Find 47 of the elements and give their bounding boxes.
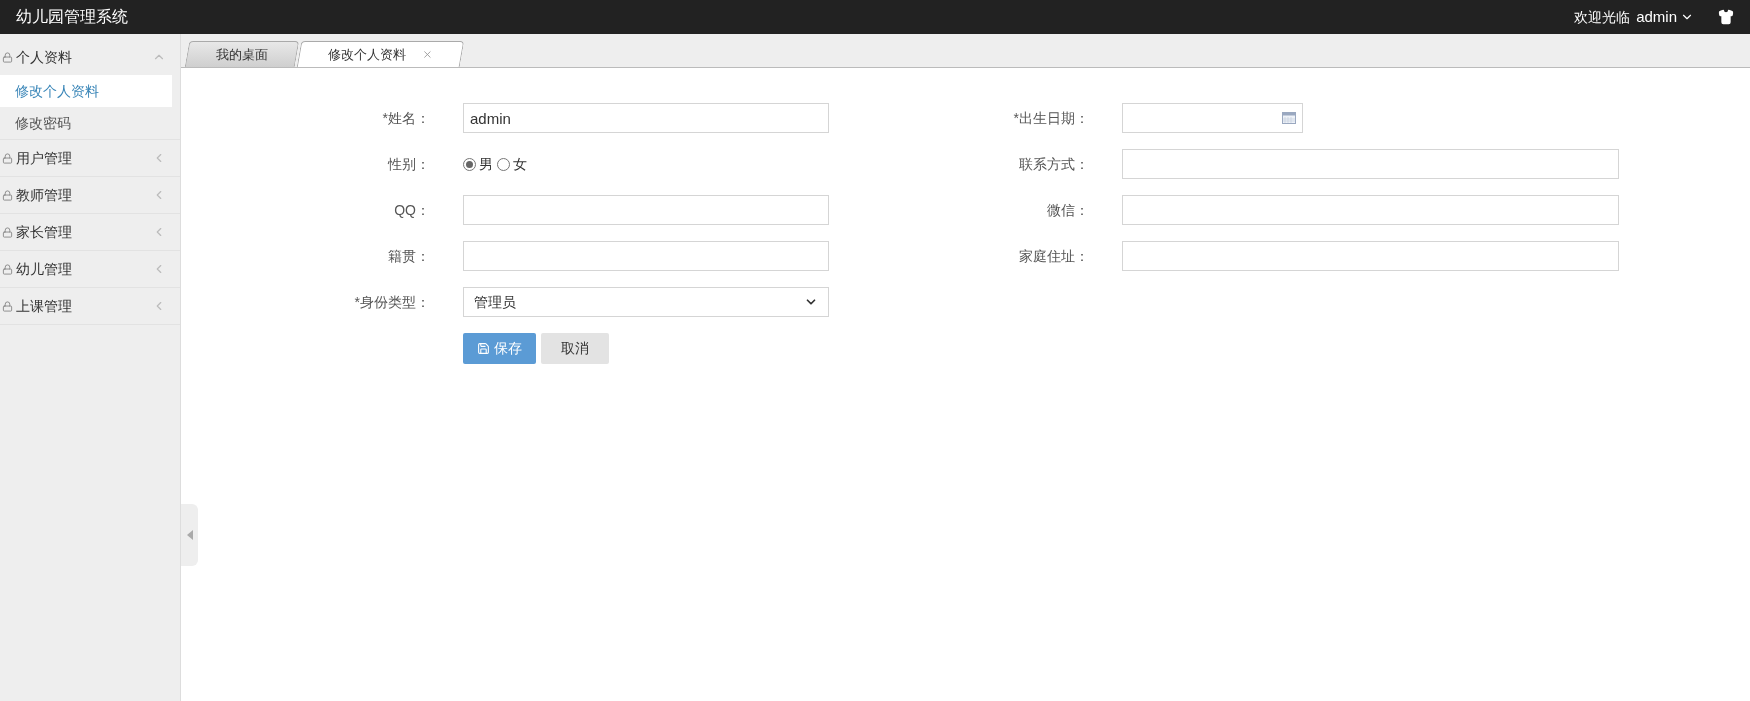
select-field[interactable]: 管理员 bbox=[463, 287, 829, 317]
close-icon[interactable] bbox=[421, 49, 433, 60]
radio-button[interactable] bbox=[497, 157, 510, 171]
field-label: QQ： bbox=[393, 200, 431, 220]
sidebar-item[interactable]: 教师管理 bbox=[0, 177, 180, 213]
date-field[interactable] bbox=[1122, 103, 1303, 133]
text-field[interactable] bbox=[1122, 241, 1619, 271]
lock-icon bbox=[2, 226, 13, 238]
lock-icon bbox=[2, 189, 13, 201]
sidebar-item[interactable]: 用户管理 bbox=[0, 140, 180, 176]
save-icon bbox=[477, 342, 490, 355]
radio-label: 女 bbox=[513, 154, 527, 174]
text-field[interactable] bbox=[463, 195, 829, 225]
text-field[interactable]: admin bbox=[463, 103, 829, 133]
field-label: *身份类型： bbox=[353, 292, 431, 312]
lock-icon bbox=[2, 152, 13, 164]
sidebar-item[interactable]: 幼儿管理 bbox=[0, 251, 180, 287]
cancel-button[interactable]: 取消 bbox=[541, 333, 609, 364]
text-field[interactable] bbox=[463, 241, 829, 271]
text-field[interactable] bbox=[1122, 195, 1619, 225]
submenu-item[interactable]: 修改个人资料 bbox=[0, 75, 172, 107]
sidebar-item[interactable]: 家长管理 bbox=[0, 214, 180, 250]
welcome-text: 欢迎光临 bbox=[1574, 7, 1631, 27]
tab[interactable]: 我的桌面 bbox=[184, 41, 300, 67]
field-label: 微信： bbox=[1046, 200, 1090, 220]
collapse-handle[interactable] bbox=[181, 504, 198, 566]
field-label: *出生日期： bbox=[1012, 108, 1090, 128]
field-label: 籍贯： bbox=[387, 246, 431, 266]
user-menu[interactable]: admin bbox=[1636, 5, 1694, 29]
lock-icon bbox=[2, 300, 13, 312]
calendar-icon bbox=[1282, 112, 1296, 124]
app-title: 幼儿园管理系统 bbox=[16, 7, 128, 27]
sidebar-item[interactable]: 上课管理 bbox=[0, 288, 180, 324]
field-label: *姓名： bbox=[381, 108, 431, 128]
lock-icon bbox=[2, 51, 13, 63]
field-label: 性别： bbox=[386, 154, 431, 174]
text-field[interactable] bbox=[1122, 149, 1619, 179]
tab[interactable]: 修改个人资料 bbox=[296, 41, 465, 67]
radio-label: 男 bbox=[479, 154, 493, 174]
field-label: 联系方式： bbox=[1018, 154, 1090, 174]
triangle-left-icon bbox=[186, 530, 193, 540]
submenu-item[interactable]: 修改密码 bbox=[0, 107, 172, 139]
sidebar-item[interactable]: 个人资料 bbox=[0, 39, 180, 75]
radio-button[interactable] bbox=[463, 157, 476, 171]
shirt-icon[interactable] bbox=[1718, 9, 1734, 25]
lock-icon bbox=[2, 263, 13, 275]
field-label: 家庭住址： bbox=[1018, 246, 1090, 266]
